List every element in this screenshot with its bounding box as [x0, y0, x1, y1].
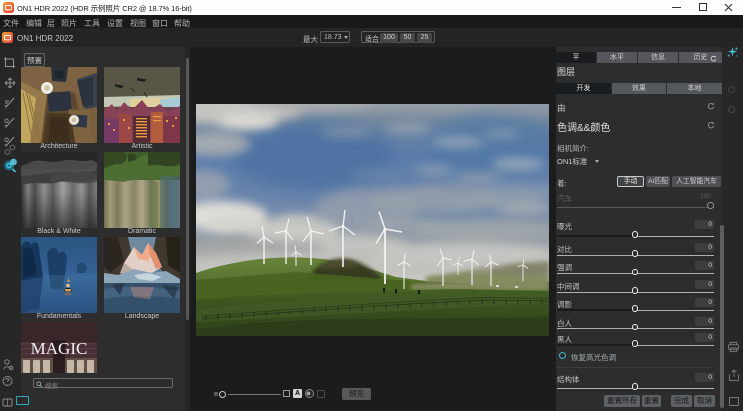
svg-text:MAGIC: MAGIC	[31, 339, 88, 358]
